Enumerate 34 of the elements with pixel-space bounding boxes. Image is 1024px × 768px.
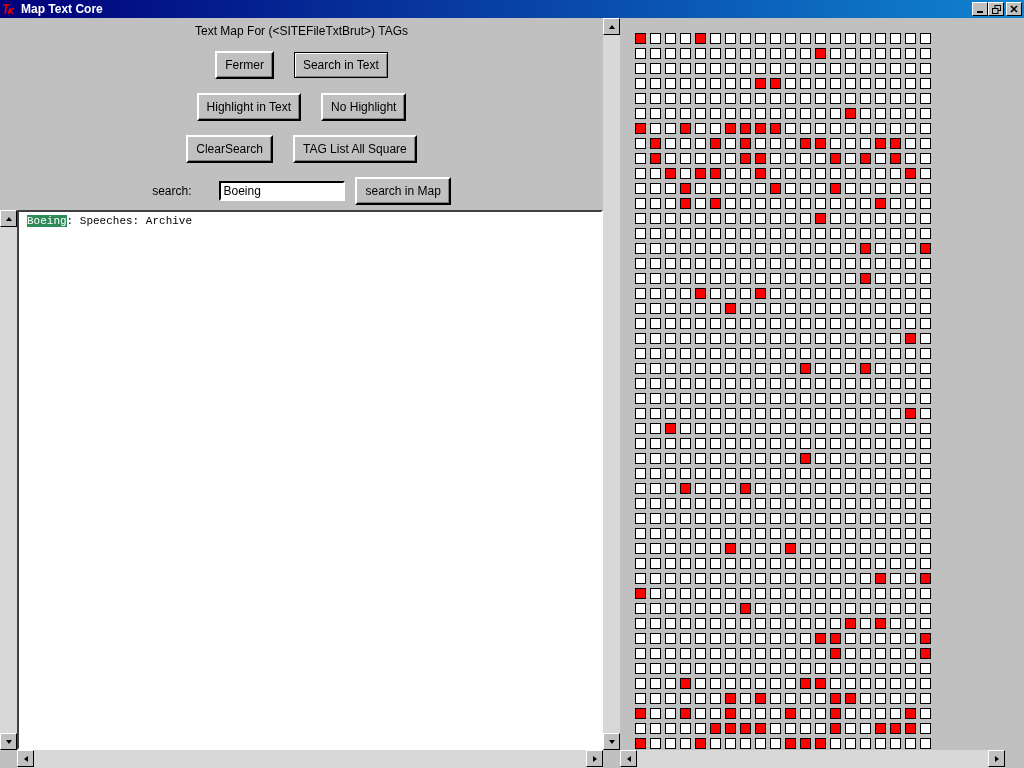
scroll-up-button[interactable]: [603, 18, 620, 35]
down-arrow-icon: [607, 737, 616, 746]
scroll-left-button[interactable]: [17, 750, 34, 767]
close-icon: [1010, 5, 1018, 13]
scroll-down-button[interactable]: [0, 733, 17, 750]
search-label: search:: [152, 184, 192, 198]
action-button[interactable]: TAG List All Square: [292, 135, 417, 163]
vertical-scrollbar[interactable]: [603, 18, 620, 750]
close-button[interactable]: [1006, 2, 1022, 16]
right-arrow-icon: [992, 754, 1001, 763]
action-button[interactable]: Fermer: [215, 51, 274, 79]
action-button[interactable]: Highlight in Text: [196, 93, 302, 121]
down-arrow-icon: [4, 737, 13, 746]
horizontal-scrollbar[interactable]: [620, 750, 1005, 768]
window-title: Map Text Core: [21, 2, 104, 16]
text-area[interactable]: Boeing: Speeches: Archive: [17, 210, 603, 750]
action-button[interactable]: No Highlight: [321, 93, 407, 121]
action-button[interactable]: Search in Text: [293, 52, 388, 78]
search-field[interactable]: Boeing: [219, 181, 346, 201]
right-arrow-icon: [590, 754, 599, 763]
scroll-up-button[interactable]: [0, 210, 17, 227]
map-heading: Text Map For (<SITEFileTxtBrut>) TAGs: [195, 23, 408, 39]
scroll-right-button[interactable]: [988, 750, 1005, 767]
text-line: Boeing: Speeches: Archive: [27, 214, 194, 228]
scroll-right-button[interactable]: [586, 750, 603, 767]
minimize-button[interactable]: [972, 2, 988, 16]
search-in-map-button[interactable]: search in Map: [355, 177, 451, 205]
restore-button[interactable]: [988, 2, 1004, 16]
scroll-left-button[interactable]: [620, 750, 637, 767]
vertical-scrollbar[interactable]: [0, 210, 17, 750]
action-button[interactable]: ClearSearch: [186, 135, 273, 163]
horizontal-scrollbar[interactable]: [17, 750, 603, 768]
scroll-down-button[interactable]: [603, 733, 620, 750]
restore-icon: [991, 4, 1001, 14]
